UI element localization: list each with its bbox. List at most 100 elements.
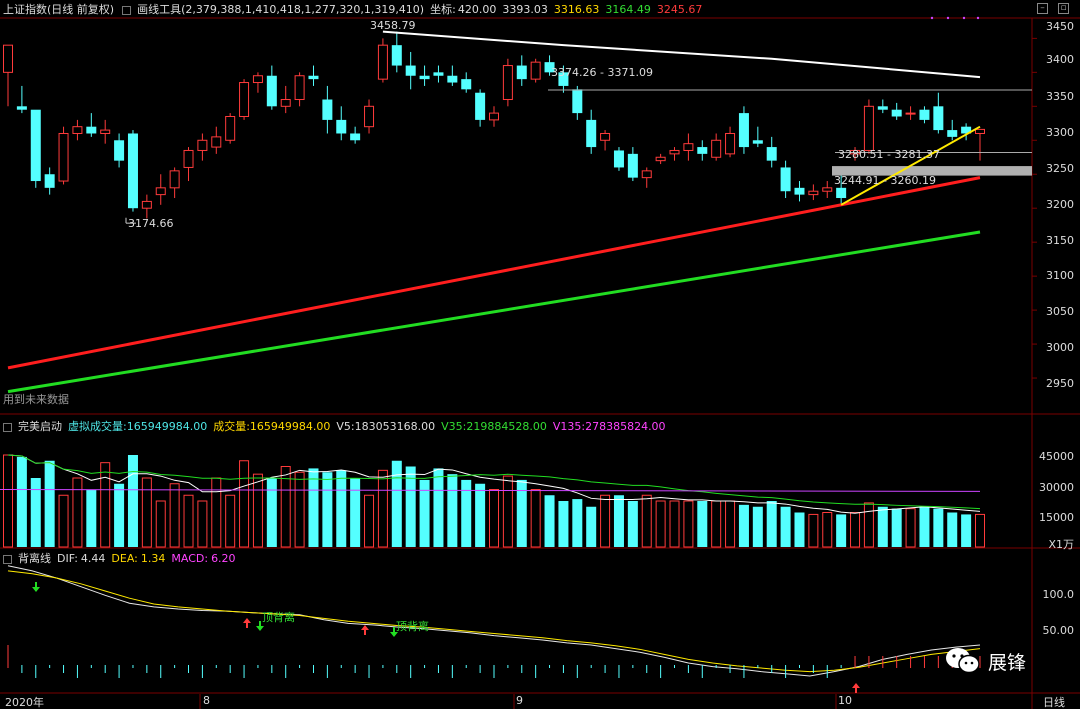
volume-bar: [961, 514, 972, 547]
macd-indicator-name[interactable]: 背离线: [18, 550, 51, 566]
volume-bar: [294, 471, 305, 548]
candle-body: [794, 187, 805, 195]
price-tick: 2950: [1046, 377, 1074, 390]
volume-indicator-name[interactable]: 完美启动: [18, 418, 62, 434]
virtual-volume-label: 虚拟成交量:: [68, 420, 127, 433]
volume-bar: [933, 508, 944, 547]
price-tick: 3200: [1046, 198, 1074, 211]
volume-value: 165949984.00: [249, 420, 331, 433]
volume-bar: [600, 494, 611, 548]
v135: V135:278385824.00: [553, 420, 666, 433]
panel-toggle-icon[interactable]: [3, 554, 12, 564]
candle-body: [613, 150, 624, 168]
v5: V5:183053168.00: [336, 420, 435, 433]
dif-value: 4.44: [80, 551, 106, 565]
candle-body: [905, 112, 916, 115]
volume-bar: [822, 512, 833, 548]
candle-body: [405, 65, 416, 76]
candle-body: [877, 106, 888, 110]
yellow-trend-line: [840, 125, 981, 206]
range-label-1: 3374.26 - 3371.09: [551, 66, 653, 79]
divergence-signal-2: 顶背离: [396, 620, 429, 633]
volume-bar: [30, 478, 41, 547]
volume-bar: [155, 500, 166, 548]
volume-bar: [308, 468, 319, 547]
dea-line: [7, 570, 981, 673]
volume-label: 成交量:: [213, 420, 250, 433]
watermark-text: 展锋: [988, 651, 1027, 674]
marker-dot: [962, 16, 966, 20]
chart-canvas[interactable]: [0, 0, 1080, 709]
volume-bar: [100, 462, 111, 548]
macd-tick: 50.00: [1042, 624, 1075, 637]
volume-bar: [947, 512, 958, 547]
candle-body: [141, 200, 152, 209]
marker-dot: [946, 16, 950, 20]
candle-body: [114, 140, 125, 161]
candle-body: [822, 187, 833, 192]
volume-bar: [183, 494, 194, 548]
v135-value: 278385824.00: [585, 419, 666, 433]
candle-body: [975, 128, 985, 134]
candle-body: [808, 190, 819, 196]
candle-body: [350, 133, 361, 141]
candle-body: [364, 105, 375, 128]
candle-body: [933, 106, 944, 131]
dea: DEA: 1.34: [111, 552, 165, 565]
period-label[interactable]: 日线: [1043, 694, 1065, 709]
candle-body: [336, 119, 347, 134]
candle-body: [530, 61, 541, 80]
dea-label: DEA:: [111, 551, 138, 565]
volume-bar: [766, 501, 777, 547]
candle-body: [461, 79, 472, 90]
volume-bar: [336, 470, 347, 547]
price-tick: 3050: [1046, 305, 1074, 318]
time-axis: 2020年 8 9 10 日线: [0, 694, 1080, 709]
volume-bar: [613, 495, 624, 547]
candle-body: [169, 170, 180, 189]
volume-bar: [586, 506, 597, 547]
candle-body: [863, 105, 874, 151]
candle-body: [836, 187, 847, 199]
volume-bar: [127, 455, 138, 547]
volume-unit: X1万: [1048, 538, 1074, 551]
volume-bar: [780, 506, 791, 547]
volume-bar: [863, 502, 874, 548]
candle-body: [669, 149, 680, 155]
volume-bar: [530, 489, 541, 548]
volume-bar: [572, 499, 583, 547]
macd-tick: 100.0: [1042, 588, 1075, 601]
v35-label: V35:: [441, 419, 467, 433]
volume-bar: [475, 483, 486, 547]
volume-bar: [891, 508, 902, 547]
candle-body: [266, 75, 277, 107]
macd-label: MACD:: [171, 551, 209, 565]
volume-bar: [44, 460, 55, 547]
marker-dot: [930, 16, 934, 20]
volume-bar: [794, 512, 805, 547]
volume-bar: [711, 500, 722, 548]
red-trend-line: [7, 176, 981, 370]
dif-line: [7, 565, 981, 677]
candle-body: [502, 65, 513, 101]
time-month-10: 10: [838, 694, 852, 707]
volume-bar: [266, 478, 277, 547]
volume-bar: [350, 478, 361, 547]
volume-bar: [655, 500, 666, 548]
candle-body: [586, 119, 597, 148]
macd-panel-header: 背离线 DIF: 4.44 DEA: 1.34 MACD: 6.20: [3, 550, 242, 566]
volume-bar: [72, 477, 83, 548]
green-trend-line: [7, 230, 981, 394]
v135-label: V135:: [552, 419, 586, 433]
price-tick: 3450: [1046, 20, 1074, 33]
candle-body: [377, 44, 388, 80]
candle-body: [252, 75, 263, 84]
dif-label: DIF:: [57, 551, 78, 565]
candle-body: [738, 113, 749, 148]
volume-tick: 15000: [1039, 511, 1074, 524]
candle-body: [433, 72, 444, 76]
wechat-icon: [944, 646, 982, 676]
volume-bar: [627, 501, 638, 547]
panel-toggle-icon[interactable]: [3, 422, 12, 432]
price-tick: 3000: [1046, 341, 1074, 354]
